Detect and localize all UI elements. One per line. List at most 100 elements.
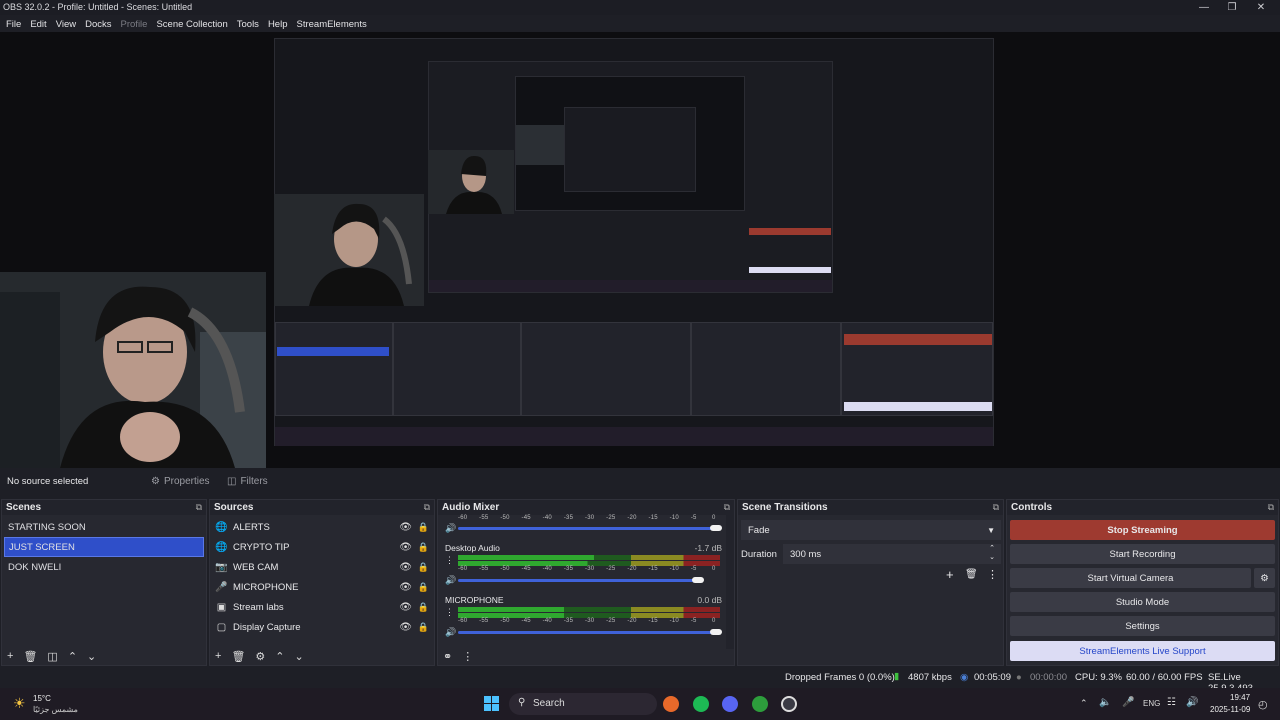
source-item-crypto-tip[interactable]: 🌐 CRYPTO TIP 👁 🔒 xyxy=(210,537,434,557)
speaker-icon[interactable]: 🔊 xyxy=(445,575,456,586)
gear-icon[interactable]: ⚙ xyxy=(255,650,265,663)
spotify-icon[interactable] xyxy=(693,696,709,712)
chevron-up-icon[interactable]: ⌃ xyxy=(1080,698,1088,709)
filters-button[interactable]: ◫ Filters xyxy=(227,472,268,490)
lock-icon[interactable]: 🔒 xyxy=(418,582,429,593)
xbox-icon[interactable] xyxy=(752,696,768,712)
scene-item-just-screen[interactable]: JUST SCREEN xyxy=(4,537,204,557)
menu-tools[interactable]: Tools xyxy=(237,19,259,30)
lock-icon[interactable]: 🔒 xyxy=(418,622,429,633)
trash-icon[interactable]: 🗑 xyxy=(231,650,245,663)
add-icon[interactable]: + xyxy=(946,567,954,582)
lock-icon[interactable]: 🔒 xyxy=(418,542,429,553)
eye-icon[interactable]: 👁 xyxy=(399,562,412,573)
kebab-icon[interactable]: ⋮ xyxy=(445,555,454,566)
eye-icon[interactable]: 👁 xyxy=(399,622,412,633)
obs-icon[interactable] xyxy=(781,696,797,712)
popout-icon[interactable]: ⧉ xyxy=(993,502,999,513)
gear-icon[interactable]: ⚙ xyxy=(1254,568,1275,588)
close-icon[interactable]: ✕ xyxy=(1244,0,1278,15)
menu-docks[interactable]: Docks xyxy=(85,19,111,30)
volume-knob[interactable] xyxy=(691,577,704,583)
trash-icon[interactable]: 🗑 xyxy=(965,569,978,580)
taskbar-search[interactable]: ⚲ Search xyxy=(509,693,657,715)
eye-icon[interactable]: 👁 xyxy=(399,522,412,533)
eye-icon[interactable]: 👁 xyxy=(399,602,412,613)
source-item-alerts[interactable]: 🌐 ALERTS 👁 🔒 xyxy=(210,517,434,537)
lock-icon[interactable]: 🔒 xyxy=(418,562,429,573)
popout-icon[interactable]: ⧉ xyxy=(724,502,730,513)
clock-time[interactable]: 19:47 xyxy=(1230,693,1250,702)
volume-slider[interactable] xyxy=(458,579,702,582)
volume-knob[interactable] xyxy=(710,629,722,635)
chevron-up-icon[interactable]: ⌃ xyxy=(68,650,77,663)
volume-knob[interactable] xyxy=(710,525,722,531)
duration-input[interactable]: 300 ms ⌃ ⌄ xyxy=(783,544,1001,564)
volume-icon[interactable]: 🔊 xyxy=(1186,697,1198,708)
live-support-button[interactable]: StreamElements Live Support xyxy=(1010,641,1275,661)
link-icon[interactable]: ⚭ xyxy=(443,650,452,663)
lock-icon[interactable]: 🔒 xyxy=(418,602,429,613)
fps: 60.00 / 60.00 FPS xyxy=(1126,672,1203,683)
wifi-icon[interactable]: ☷ xyxy=(1167,697,1176,708)
popout-icon[interactable]: ⧉ xyxy=(424,502,430,513)
menu-profile[interactable]: Profile xyxy=(121,19,148,30)
volume-slider[interactable] xyxy=(458,631,720,634)
source-item-display-capture[interactable]: ▢ Display Capture 👁 🔒 xyxy=(210,617,434,637)
source-item-web-cam[interactable]: 📷 WEB CAM 👁 🔒 xyxy=(210,557,434,577)
language-indicator[interactable]: ENG xyxy=(1143,699,1160,708)
speaker-icon[interactable]: 🔊 xyxy=(445,523,456,534)
add-icon[interactable]: + xyxy=(7,650,13,662)
level-meter xyxy=(458,555,720,560)
start-recording-button[interactable]: Start Recording xyxy=(1010,544,1275,564)
menu-streamelements[interactable]: StreamElements xyxy=(296,19,366,30)
nested-stop-button xyxy=(844,334,992,345)
source-item-microphone[interactable]: 🎤 MICROPHONE 👁 🔒 xyxy=(210,577,434,597)
menu-edit[interactable]: Edit xyxy=(30,19,46,30)
settings-button[interactable]: Settings xyxy=(1010,616,1275,636)
tick-label: -35 xyxy=(563,515,574,521)
scenes-dock: Scenes ⧉ STARTING SOON JUST SCREEN DOK N… xyxy=(1,499,207,666)
speaker-icon[interactable]: 🔊 xyxy=(445,627,456,638)
microphone-icon[interactable]: 🎤 xyxy=(1122,697,1134,708)
chevron-down-icon[interactable]: ⌄ xyxy=(87,650,96,663)
windows-start-icon[interactable] xyxy=(484,696,500,712)
menu-view[interactable]: View xyxy=(56,19,76,30)
chevron-up-icon[interactable]: ⌃ xyxy=(275,650,284,663)
mixer-scrollbar[interactable] xyxy=(726,515,734,649)
menu-scene-collection[interactable]: Scene Collection xyxy=(156,19,227,30)
volume-slider[interactable] xyxy=(458,527,720,530)
add-icon[interactable]: + xyxy=(215,650,221,662)
cpu-usage: CPU: 9.3% xyxy=(1075,672,1122,683)
source-item-stream-labs[interactable]: ▣ Stream labs 👁 🔒 xyxy=(210,597,434,617)
kebab-icon[interactable]: ⋮ xyxy=(462,650,473,663)
studio-mode-button[interactable]: Studio Mode xyxy=(1010,592,1275,612)
chevron-down-icon[interactable]: ⌄ xyxy=(295,650,304,663)
tick-label: -30 xyxy=(585,566,595,572)
scene-item-dok-nweli[interactable]: DOK NWELI xyxy=(4,557,204,577)
stop-streaming-button[interactable]: Stop Streaming xyxy=(1010,520,1275,540)
menu-file[interactable]: File xyxy=(6,19,21,30)
tick-label: 0 xyxy=(712,566,716,572)
clock-date[interactable]: 2025-11-09 xyxy=(1210,705,1250,714)
discord-icon[interactable] xyxy=(722,696,738,712)
transition-select[interactable]: Fade ▼ xyxy=(741,520,1001,540)
spinner-icon[interactable]: ⌃ ⌄ xyxy=(989,544,995,562)
nested-mixer-panel xyxy=(521,322,691,416)
kebab-icon[interactable]: ⋮ xyxy=(445,607,454,618)
eye-icon[interactable]: 👁 xyxy=(399,582,412,593)
firefox-icon[interactable] xyxy=(663,696,679,712)
trash-icon[interactable]: 🗑 xyxy=(23,650,37,663)
scene-item-starting-soon[interactable]: STARTING SOON xyxy=(4,517,204,537)
speaker-icon[interactable]: 🔈 xyxy=(1099,697,1111,708)
lock-icon[interactable]: 🔒 xyxy=(418,522,429,533)
notification-icon[interactable]: ◴ xyxy=(1258,698,1268,711)
start-virtual-camera-button[interactable]: Start Virtual Camera xyxy=(1010,568,1251,588)
kebab-icon[interactable]: ⋮ xyxy=(987,568,998,581)
properties-button[interactable]: ⚙ Properties xyxy=(151,472,210,490)
filter-icon[interactable]: ◫ xyxy=(47,650,57,663)
menu-help[interactable]: Help xyxy=(268,19,288,30)
popout-icon[interactable]: ⧉ xyxy=(196,502,202,513)
eye-icon[interactable]: 👁 xyxy=(399,542,412,553)
popout-icon[interactable]: ⧉ xyxy=(1268,502,1274,513)
